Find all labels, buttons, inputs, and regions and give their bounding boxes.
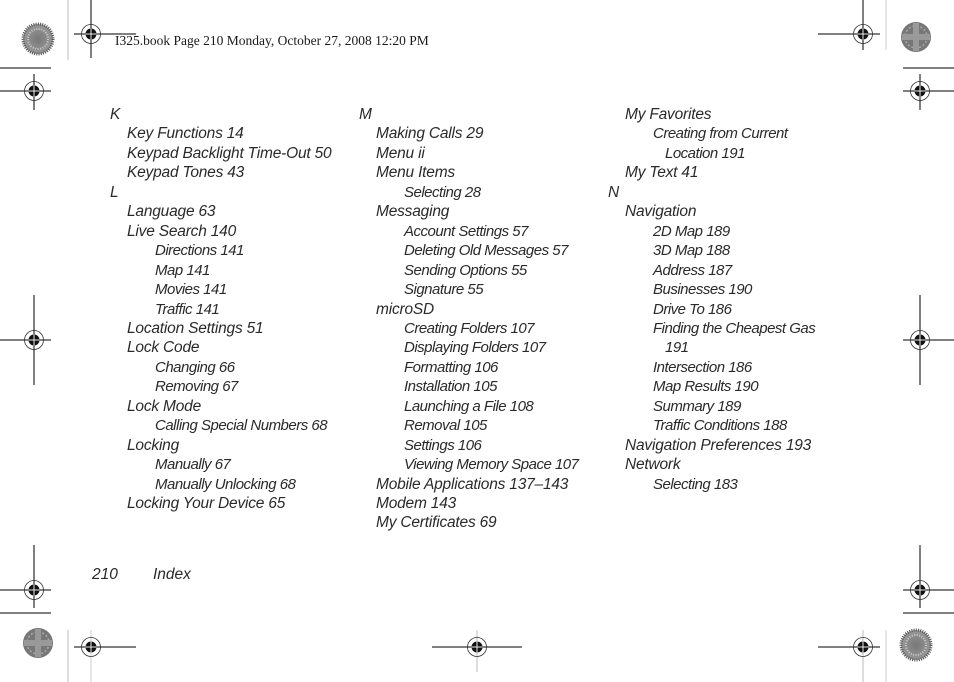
index-subentry: Account Settings 57 (404, 222, 528, 240)
index-entry: Network (625, 456, 681, 474)
index-subentry: Creating from Current (653, 125, 788, 143)
index-entry: Messaging (376, 203, 450, 221)
index-subentry: Removing 67 (155, 378, 238, 396)
index-subentry: Map 141 (155, 261, 210, 279)
index-subentry: Map Results 190 (653, 378, 759, 396)
index-entry: Mobile Applications 137–143 (376, 475, 569, 493)
index-entry: microSD (376, 300, 435, 318)
index-entry: Keypad Backlight Time-Out 50 (127, 144, 332, 162)
index-subentry: Businesses 190 (653, 281, 752, 299)
index-subentry: Settings 106 (404, 436, 482, 454)
index-entry: Navigation (625, 203, 697, 221)
index-subentry: Creating Folders 107 (404, 319, 535, 337)
index-subentry: 2D Map 189 (653, 222, 730, 240)
index-entry: My Favorites (625, 106, 712, 123)
index-entry: Menu Items (376, 164, 455, 182)
index-subentry: Address 187 (653, 261, 732, 279)
index-subentry: Launching a File 108 (404, 397, 534, 415)
index-subentry: Manually Unlocking 68 (155, 475, 296, 493)
index-entry: Live Search 140 (127, 222, 237, 240)
index-subentry: Traffic 141 (155, 300, 220, 318)
index-subentry: Finding the Cheapest Gas (653, 319, 816, 337)
index-subentry: Drive To 186 (653, 300, 732, 318)
index-subentry: Deleting Old Messages 57 (404, 242, 568, 260)
index-subentry: Calling Special Numbers 68 (155, 417, 328, 435)
index-entry: Locking (127, 436, 180, 454)
print-slug: I325.book Page 210 Monday, October 27, 2… (115, 33, 429, 48)
index-entry: Lock Code (127, 339, 200, 357)
index-subentry: 3D Map 188 (653, 242, 730, 260)
index-subentry: Sending Options 55 (404, 261, 527, 279)
index-entry: Key Functions 14 (127, 125, 244, 143)
index-letter-heading: M (359, 106, 372, 123)
index-letter-heading: N (608, 183, 619, 201)
index-subentry: Traffic Conditions 188 (653, 417, 787, 435)
index-entry: Menu ii (376, 144, 425, 162)
index-subentry: Selecting 183 (653, 475, 738, 493)
page-number: 210 (92, 566, 118, 583)
index-entry: Making Calls 29 (376, 125, 484, 143)
index-subentry: Intersection 186 (653, 358, 752, 376)
index-letter-heading: K (110, 106, 121, 123)
index-entry: Language 63 (127, 203, 216, 221)
index-subentry: Displaying Folders 107 (404, 339, 546, 357)
index-letter-heading: L (110, 183, 119, 201)
index-entry: Modem 143 (376, 495, 457, 512)
index-subentry: Signature 55 (404, 281, 484, 299)
index-entry: Navigation Preferences 193 (625, 436, 812, 454)
index-subentry: Viewing Memory Space 107 (404, 456, 579, 474)
index-entry: My Text 41 (625, 164, 699, 182)
index-entry: Locking Your Device 65 (127, 495, 286, 512)
section-title: Index (153, 566, 191, 583)
index-subentry: Formatting 106 (404, 358, 498, 376)
starburst-mark-top-left (21, 22, 55, 56)
pattern-mark-bottom-left (23, 628, 53, 658)
index-entry: Lock Mode (127, 397, 202, 415)
index-entry: Keypad Tones 43 (127, 164, 245, 182)
index-entry: Location Settings 51 (127, 319, 264, 337)
starburst-mark-bottom-right (899, 628, 933, 662)
index-subentry: Movies 141 (155, 281, 227, 299)
index-subentry: Changing 66 (155, 358, 235, 376)
index-subentry: 191 (665, 339, 689, 357)
index-entry: My Certificates 69 (376, 514, 497, 532)
index-subentry: Installation 105 (404, 378, 497, 396)
pattern-mark-top-right (901, 22, 931, 52)
index-subentry: Summary 189 (653, 397, 741, 415)
index-subentry: Directions 141 (155, 242, 244, 260)
index-subentry: Manually 67 (155, 456, 231, 474)
index-subentry: Removal 105 (404, 417, 487, 435)
index-subentry: Location 191 (665, 144, 745, 162)
index-subentry: Selecting 28 (404, 183, 481, 201)
